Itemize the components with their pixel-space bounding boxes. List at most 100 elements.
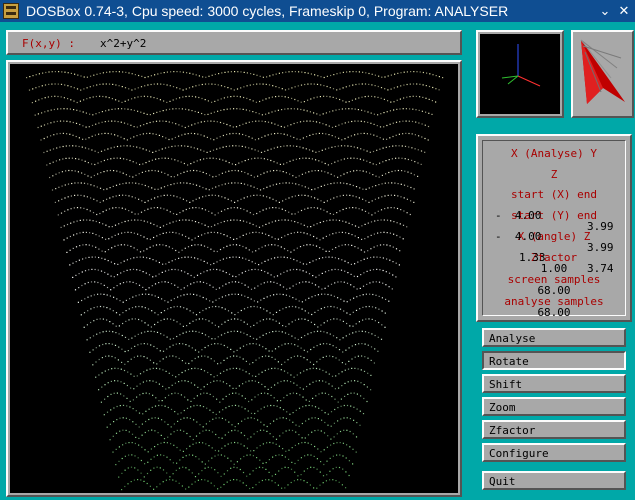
surface-dot	[135, 174, 137, 176]
surface-dot	[77, 171, 79, 173]
surface-dot	[367, 121, 369, 123]
window-title-bar[interactable]: DOSBox 0.74-3, Cpu speed: 3000 cycles, F…	[0, 0, 635, 22]
surface-dot	[319, 484, 321, 486]
surface-dot	[218, 450, 220, 452]
configure-button[interactable]: Configure	[482, 443, 626, 462]
shift-button[interactable]: Shift	[482, 374, 626, 393]
surface-dot	[361, 109, 363, 111]
surface-dot	[295, 298, 297, 300]
surface-dot	[63, 120, 65, 122]
surface-dot	[272, 436, 274, 438]
surface-dot	[108, 343, 110, 345]
surface-dot	[268, 112, 270, 114]
surface-dot	[370, 346, 373, 348]
surface-dot	[113, 170, 115, 172]
surface-dot	[115, 184, 118, 186]
rotate-button[interactable]: Rotate	[482, 351, 626, 370]
surface-dot	[311, 296, 313, 298]
surface-dot	[131, 196, 133, 198]
surface-dot	[128, 308, 130, 310]
surface-dot	[289, 413, 291, 415]
surface-dot	[224, 86, 226, 88]
surface-dot	[312, 397, 314, 399]
surface-dot	[354, 246, 356, 248]
surface-dot	[419, 83, 421, 85]
surface-dot	[243, 332, 245, 334]
surface-dot	[283, 163, 285, 165]
formula-bar[interactable]: F(x,y) : x^2+y^2	[6, 30, 462, 55]
surface-dot	[261, 120, 263, 122]
surface-dot	[361, 83, 363, 85]
surface-dot	[329, 457, 331, 459]
surface-dot	[296, 145, 298, 147]
quit-button[interactable]: Quit	[482, 471, 626, 490]
zfactor-button[interactable]: Zfactor	[482, 420, 626, 439]
surface-dot	[232, 126, 234, 128]
surface-dot	[319, 358, 321, 360]
surface-dot	[320, 430, 322, 432]
surface-dot	[213, 120, 215, 122]
surface-dot	[219, 158, 221, 160]
surface-dot	[240, 87, 242, 89]
surface-dot	[198, 75, 200, 77]
surface-dot	[167, 406, 169, 409]
surface-dot	[205, 298, 207, 300]
surface-dot	[162, 120, 164, 122]
surface-dot	[143, 124, 145, 126]
surface-dot	[188, 219, 190, 221]
close-icon[interactable]: ✕	[615, 2, 633, 20]
surface-dot	[388, 171, 390, 174]
surface-dot	[273, 276, 275, 278]
surface-dot	[140, 234, 142, 237]
surface-dot	[261, 383, 263, 385]
surface-dot	[134, 97, 136, 99]
surface-dot	[117, 244, 119, 246]
surface-dot	[170, 184, 172, 186]
formula-value[interactable]: x^2+y^2	[100, 37, 146, 50]
surface-dot	[111, 98, 113, 100]
surface-dot	[311, 170, 313, 172]
surface-dot	[226, 369, 228, 371]
surface-dot	[270, 258, 272, 260]
surface-dot	[250, 417, 252, 419]
surface-dot	[106, 294, 108, 296]
analyse-button[interactable]: Analyse	[482, 328, 626, 347]
surface-dot	[376, 135, 378, 137]
surface-dot	[232, 275, 234, 277]
surface-dot	[197, 368, 199, 370]
surface-dot	[349, 313, 351, 316]
surface-dot	[356, 296, 358, 298]
surface-dot	[397, 169, 399, 172]
surface-dot	[141, 75, 143, 77]
surface-dot	[256, 212, 258, 215]
surface-dot	[143, 250, 145, 252]
surface-dot	[253, 73, 255, 75]
zoom-button[interactable]: Zoom	[482, 397, 626, 416]
surface-dot	[364, 96, 366, 98]
surface-dot	[317, 326, 319, 328]
surface-plot[interactable]	[10, 64, 458, 493]
menu-chevron-icon[interactable]: ⌄	[596, 2, 614, 20]
surface-dot	[104, 384, 106, 386]
surface-dot	[159, 110, 161, 113]
surface-dot	[134, 213, 136, 215]
surface-dot	[147, 186, 150, 188]
surface-dot	[231, 281, 233, 283]
surface-dot	[62, 145, 64, 148]
surface-dot	[207, 246, 209, 248]
surface-dot	[333, 306, 335, 308]
surface-dot	[273, 397, 275, 399]
surface-dot	[70, 195, 72, 197]
surface-dot	[214, 194, 216, 196]
surface-dot	[186, 417, 188, 419]
surface-dot	[321, 288, 323, 290]
surface-dot	[390, 101, 392, 103]
surface-dot	[180, 145, 183, 147]
surface-dot	[422, 96, 424, 98]
surface-dot	[303, 480, 305, 482]
surface-dot	[148, 150, 151, 152]
surface-dot	[228, 145, 231, 147]
surface-dot	[108, 97, 110, 99]
surface-dot	[202, 187, 204, 189]
surface-dot	[275, 200, 277, 202]
